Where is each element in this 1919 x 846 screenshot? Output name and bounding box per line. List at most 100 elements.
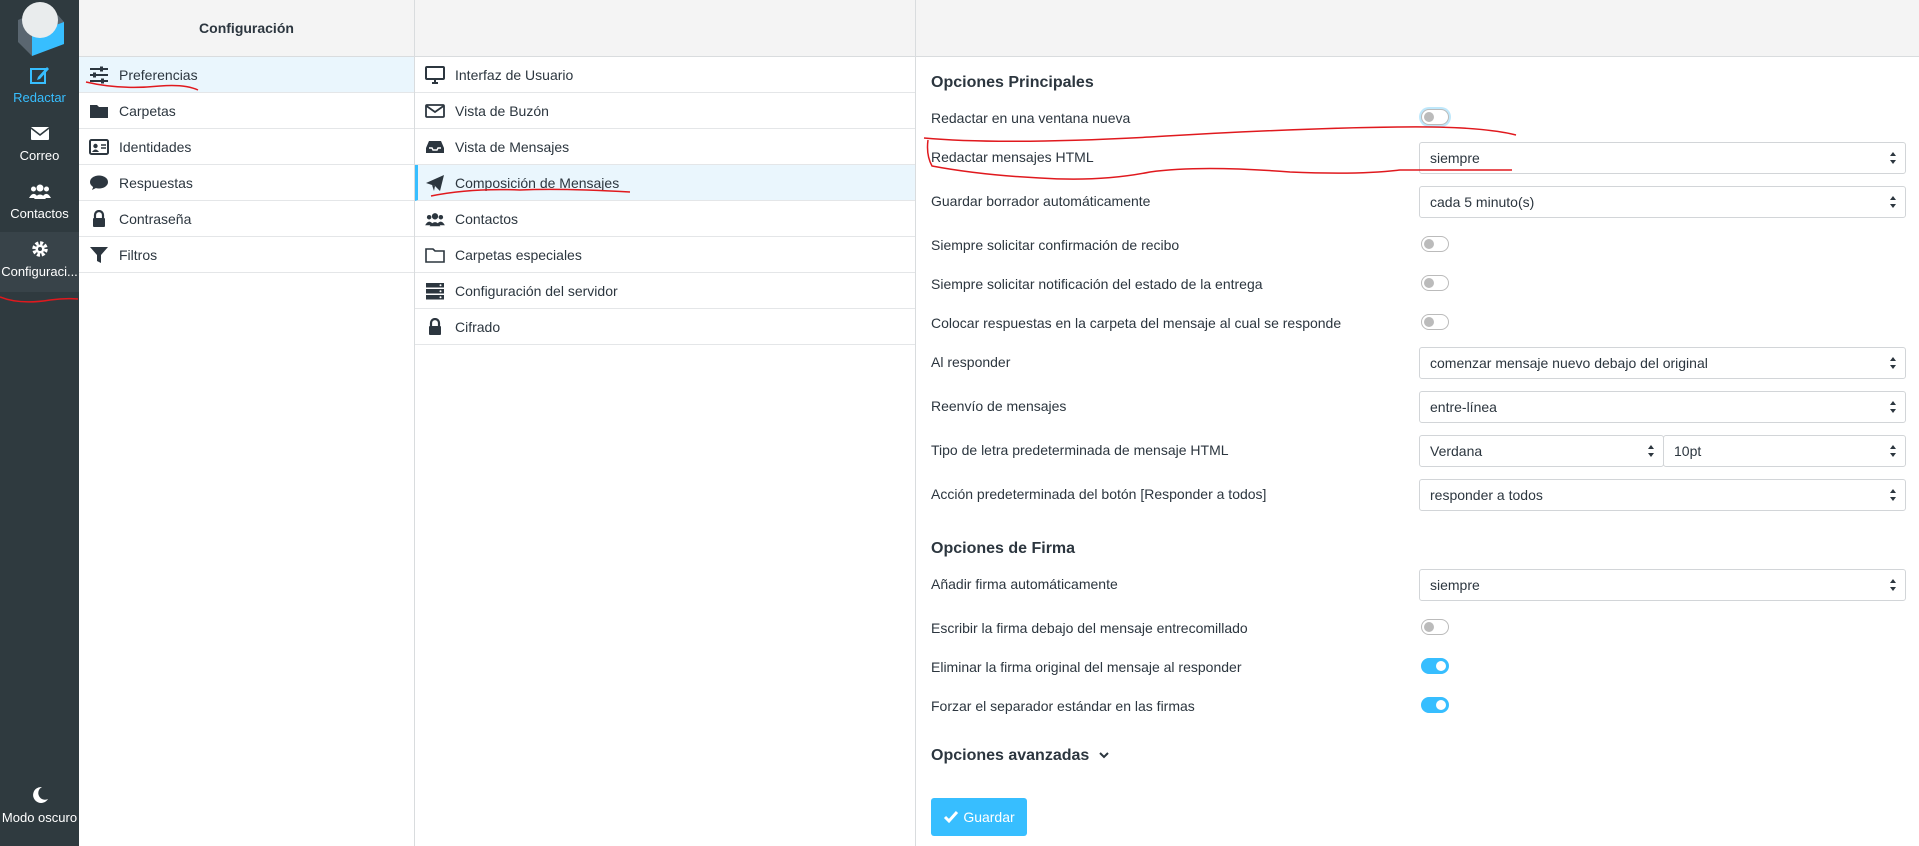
section-item-server[interactable]: Configuración del servidor: [415, 273, 915, 309]
edit-icon: [29, 67, 49, 84]
reply-mode-select[interactable]: comenzar mensaje nuevo debajo del origin…: [1419, 347, 1906, 379]
lock-icon: [93, 209, 105, 227]
form-header: [916, 0, 1919, 57]
caret-icon: [1648, 445, 1654, 457]
caret-icon: [1890, 401, 1896, 413]
strip-signature-toggle[interactable]: [1421, 658, 1449, 674]
forward-value: entre-línea: [1430, 399, 1497, 415]
auto-signature-value: siempre: [1430, 577, 1480, 593]
caret-icon: [1890, 196, 1896, 208]
mdn-toggle[interactable]: [1421, 236, 1449, 252]
settings-list-panel: Configuración Preferencias Carpetas Iden…: [79, 0, 415, 846]
nav-dark-mode[interactable]: Modo oscuro: [0, 784, 79, 825]
font-family-value: Verdana: [1430, 443, 1483, 459]
section-item-mailbox-view[interactable]: Vista de Buzón: [415, 93, 915, 129]
advanced-options-title: Opciones avanzadas: [931, 747, 1090, 764]
settings-item-filters[interactable]: Filtros: [79, 237, 414, 273]
id-card-icon: [89, 138, 109, 155]
envelope-icon: [30, 127, 49, 140]
nav-dark-mode-label: Modo oscuro: [1, 810, 78, 825]
save-button[interactable]: Guardar: [931, 798, 1027, 836]
chevron-down-icon: [1099, 752, 1109, 759]
section-item-label: Interfaz de Usuario: [455, 66, 574, 83]
settings-item-label: Contraseña: [119, 210, 192, 227]
section-item-encryption[interactable]: Cifrado: [415, 309, 915, 345]
folder-icon: [90, 104, 108, 118]
nav-compose-label: Redactar: [13, 90, 66, 105]
section-item-composition[interactable]: Composición de Mensajes: [415, 165, 915, 201]
preferences-form: Opciones Principales Redactar en una ven…: [916, 0, 1919, 846]
inbox-icon: [426, 140, 444, 153]
section-item-message-view[interactable]: Vista de Mensajes: [415, 129, 915, 165]
auto-signature-select[interactable]: siempre: [1419, 569, 1906, 601]
sig-below-toggle[interactable]: [1421, 619, 1449, 635]
caret-icon: [1890, 357, 1896, 369]
settings-item-identities[interactable]: Identidades: [79, 129, 414, 165]
app-sidebar: Redactar Correo Contactos Configuraci...: [0, 0, 79, 846]
filter-icon: [90, 246, 108, 263]
folder-outline-icon: [425, 247, 445, 263]
settings-item-password[interactable]: Contraseña: [79, 201, 414, 237]
sliders-icon: [90, 66, 108, 83]
lock-icon: [429, 317, 441, 335]
gear-icon: [31, 241, 48, 257]
font-size-select[interactable]: 10pt: [1663, 435, 1906, 467]
check-icon: [944, 811, 959, 824]
settings-item-preferences[interactable]: Preferencias: [79, 57, 414, 93]
settings-item-label: Respuestas: [119, 174, 193, 191]
font-family-select[interactable]: Verdana: [1419, 435, 1664, 467]
settings-header: Configuración: [79, 0, 414, 57]
caret-icon: [1890, 445, 1896, 457]
section-item-label: Composición de Mensajes: [455, 174, 620, 191]
section-item-label: Vista de Mensajes: [455, 138, 570, 155]
desktop-icon: [425, 65, 445, 84]
sections-list-panel: Interfaz de Usuario Vista de Buzón Vista…: [415, 0, 916, 846]
dsn-label: Siempre solicitar notificación del estad…: [931, 276, 1263, 292]
settings-item-folders[interactable]: Carpetas: [79, 93, 414, 129]
reply-mode-value: comenzar mensaje nuevo debajo del origin…: [1430, 355, 1708, 371]
reply-all-label: Acción predeterminada del botón [Respond…: [931, 486, 1267, 502]
nav-compose[interactable]: Redactar: [0, 64, 79, 105]
settings-item-label: Filtros: [119, 246, 158, 263]
settings-title: Configuración: [199, 20, 294, 36]
nav-settings[interactable]: Configuraci...: [0, 232, 79, 292]
draft-value: cada 5 minuto(s): [1430, 194, 1535, 210]
forward-label: Reenvío de mensajes: [931, 398, 1067, 414]
section-item-ui[interactable]: Interfaz de Usuario: [415, 57, 915, 93]
caret-icon: [1890, 579, 1896, 591]
html-compose-select[interactable]: siempre: [1419, 142, 1906, 174]
nav-contacts-label: Contactos: [10, 206, 69, 221]
settings-item-responses[interactable]: Respuestas: [79, 165, 414, 201]
force-separator-toggle[interactable]: [1421, 697, 1449, 713]
draft-label: Guardar borrador automáticamente: [931, 193, 1151, 209]
section-item-special-folders[interactable]: Carpetas especiales: [415, 237, 915, 273]
sig-below-label: Escribir la firma debajo del mensaje ent…: [931, 620, 1248, 636]
paper-plane-icon: [426, 174, 444, 191]
settings-item-label: Carpetas: [119, 102, 176, 119]
sections-header: [415, 0, 915, 57]
forward-select[interactable]: entre-línea: [1419, 391, 1906, 423]
new-window-toggle[interactable]: [1421, 109, 1449, 125]
html-compose-label: Redactar mensajes HTML: [931, 149, 1094, 165]
advanced-options-toggle[interactable]: Opciones avanzadas: [931, 747, 1110, 765]
nav-contacts[interactable]: Contactos: [0, 180, 79, 221]
section-item-label: Vista de Buzón: [455, 102, 549, 119]
reply-same-folder-toggle[interactable]: [1421, 314, 1449, 330]
strip-signature-label: Eliminar la firma original del mensaje a…: [931, 659, 1242, 675]
section-item-label: Carpetas especiales: [455, 246, 582, 263]
dsn-toggle[interactable]: [1421, 275, 1449, 291]
users-icon: [28, 184, 51, 199]
draft-select[interactable]: cada 5 minuto(s): [1419, 186, 1906, 218]
mdn-label: Siempre solicitar confirmación de recibo: [931, 237, 1180, 253]
reply-all-select[interactable]: responder a todos: [1419, 479, 1906, 511]
save-button-label: Guardar: [963, 809, 1015, 825]
auto-signature-label: Añadir firma automáticamente: [931, 576, 1118, 592]
nav-mail[interactable]: Correo: [0, 122, 79, 163]
new-window-label: Redactar en una ventana nueva: [931, 110, 1131, 126]
font-label: Tipo de letra predeterminada de mensaje …: [931, 442, 1229, 458]
settings-item-label: Identidades: [119, 138, 192, 155]
section-item-label: Contactos: [455, 210, 519, 227]
caret-icon: [1890, 489, 1896, 501]
section-item-contacts[interactable]: Contactos: [415, 201, 915, 237]
signature-options-title: Opciones de Firma: [931, 540, 1076, 557]
